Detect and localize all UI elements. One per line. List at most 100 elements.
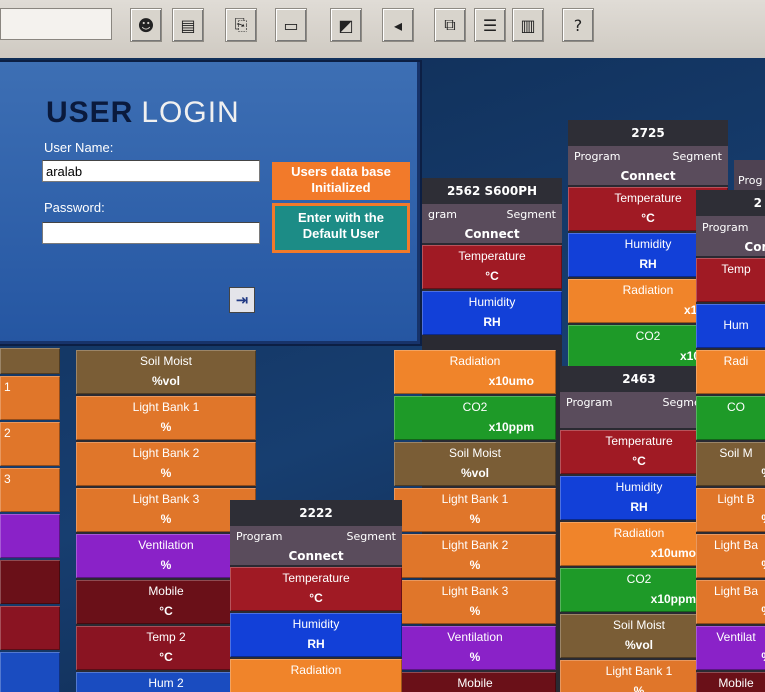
cell-light-bank-2: Light Ba% [696,534,765,578]
cell-edge: 2 [0,422,60,466]
cell-soil-moist: Soil M% [696,442,765,486]
cell-radiation: Radiation x10umo [560,522,718,566]
connect-button[interactable]: Connect [230,547,402,565]
cell-light-bank-2: Light Bank 2 % [76,442,256,486]
cell-ventilation: Ventilation % [76,534,256,578]
program-label[interactable]: Program [574,150,620,163]
login-title: USER LOGIN [46,96,240,130]
cell-temperature: Temperature °C [560,430,718,474]
panel-title: 2725 [568,120,728,146]
cell-soil-moist: Soil Moist %vol [76,350,256,394]
program-segment-row: Program Segment [568,146,728,167]
login-dialog: USERLOGIN User Name: Password: Users dat… [0,60,422,346]
default-user-line2: Default User [302,226,380,241]
cell-humidity: Hum [696,304,765,348]
cell-temperature: Temperature °C [422,245,562,289]
panel-2463[interactable]: 2463 Program Segment Temperature °C Humid… [560,366,718,692]
cell-humidity: Humidity RH [422,291,562,335]
program-label[interactable]: Program [236,530,282,543]
document-icon[interactable]: ⎘ [225,8,257,42]
card-icon[interactable]: ▭ [275,8,307,42]
cell-edge [0,652,60,692]
panel-title: 2562 S600PH [422,178,562,204]
user-icon[interactable]: ☻ [130,8,162,42]
cell-edge: 3 [0,468,60,512]
connect-button[interactable]: Connect [422,225,562,243]
cell-co2: COx [696,396,765,440]
panel-title: 2222 [230,500,402,526]
cell-edge [0,348,60,374]
db-msg-line2: Initialized [311,180,371,195]
default-user-button[interactable]: Enter with the Default User [272,203,410,253]
window-horizontal-icon[interactable]: ☰ [474,8,506,42]
user-name-input[interactable] [42,160,260,182]
password-input[interactable] [42,222,260,244]
panel-2222[interactable]: 2222 Program Segment Connect Temperature… [230,500,402,692]
connect-button[interactable]: Connect [568,167,728,185]
default-user-button-inner[interactable]: Enter with the Default User [275,206,407,250]
toolbar: ☻ ▤ ⎘ ▭ ◩ ◂ ⧉ ☰ ▥ ? [0,0,765,58]
speaker-icon[interactable]: ◂ [382,8,414,42]
cell-soil-moist: Soil Moist %vol [394,442,556,486]
program-label[interactable]: Program [566,396,612,409]
cell-co2: CO2 x10ppm [560,568,718,612]
cell-edge [0,514,60,558]
cell-hum-2: Hum 2 [76,672,256,692]
cell-mobile: Mobile °C [76,580,256,624]
cell-temperature: Temperature °C [230,567,402,611]
cell-radiation: Radi [696,350,765,394]
password-label: Password: [44,200,105,215]
cell-light-bank-1: Light Bank 1% [394,488,556,532]
program-segment-row: gram Segment [422,204,562,225]
help-icon[interactable]: ? [562,8,594,42]
cell-co2: CO2 x10ppm [394,396,556,440]
cell-light-bank-2: Light Bank 2% [394,534,556,578]
cell-ventilation: Ventilat% [696,626,765,670]
segment-label[interactable]: Segment [673,150,723,163]
panel-left-edge: 1 2 3 [0,348,60,692]
cell-soil-moist: Soil Moist %vol [560,614,718,658]
connect-button[interactable]: Con [696,238,765,256]
window-cascade-icon[interactable]: ⧉ [434,8,466,42]
panel-2562-lower[interactable]: Radiation x10umo CO2 x10ppm Soil Moist %vol… [394,350,556,692]
panel-right[interactable]: 2 Program Con Temp Hum Radi COx Soil M% … [696,190,765,692]
chart-icon[interactable]: ◩ [330,8,362,42]
cell-light-bank-3: Light Bank 3 % [76,488,256,532]
cell-mobile: Mobile°C [394,672,556,692]
list-icon[interactable]: ▤ [172,8,204,42]
cell-radiation: Radiation [230,659,402,692]
db-msg-line1: Users data base [291,164,391,179]
login-title-user: USER [46,96,134,129]
cell-ventilation: Ventilation% [394,626,556,670]
segment-label[interactable]: Segment [347,530,397,543]
db-initialized-message: Users data base Initialized [272,162,410,200]
cell-edge: 1 [0,376,60,420]
cell-humidity: Humidity RH [560,476,718,520]
user-name-label: User Name: [44,140,114,155]
cell-radiation: Radiation x10umo [394,350,556,394]
default-user-line1: Enter with the [298,210,384,225]
panel-title: 2 [696,190,765,216]
cell-light-bank-3: Light Bank 3% [394,580,556,624]
cell-humidity: Humidity RH [230,613,402,657]
login-enter-icon[interactable]: ⇥ [229,287,255,313]
cell-light-bank-1: Light Bank 1% [560,660,718,692]
program-label[interactable]: Program [696,216,765,238]
program-label[interactable]: gram [428,208,457,221]
cell-light-bank-1: Light Bank 1 % [76,396,256,440]
panel-left[interactable]: Soil Moist %vol Light Bank 1 % Light Ban… [76,350,256,692]
login-title-login: LOGIN [141,96,240,129]
cell-temp-2: Temp 2 °C [76,626,256,670]
cell-edge [0,560,60,604]
segment-label[interactable]: Segment [507,208,557,221]
cell-temperature: Temp [696,258,765,302]
cell-edge [0,606,60,650]
program-segment-row: Program Segment [230,526,402,547]
cell-light-bank-1: Light B% [696,488,765,532]
panel-title: 2463 [560,366,718,392]
cell-light-bank-3: Light Ba% [696,580,765,624]
window-vertical-icon[interactable]: ▥ [512,8,544,42]
toolbar-field[interactable] [0,8,112,40]
program-segment-row: Program Segment [560,392,718,428]
cell-mobile: Mobile°C [696,672,765,692]
